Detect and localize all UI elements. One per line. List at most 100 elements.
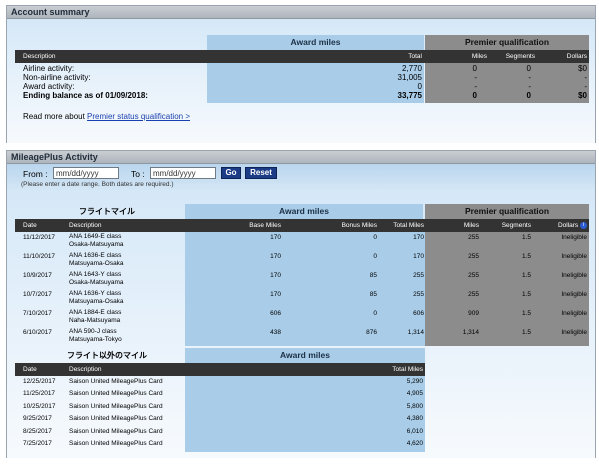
summary-row-segments: 0 xyxy=(526,64,531,73)
col-segments: Segments xyxy=(495,53,535,60)
flight-segments: 1.5 xyxy=(521,253,531,260)
flight-col-dollars-label: Dollars xyxy=(557,222,579,229)
flight-base-miles: 606 xyxy=(270,310,281,317)
flight-base-miles: 170 xyxy=(270,234,281,241)
date-range-hint: (Please enter a date range. Both dates a… xyxy=(21,181,174,188)
non-flight-col-total-miles: Total Miles xyxy=(375,366,423,373)
flight-date: 10/9/2017 xyxy=(23,272,52,279)
flight-segments: 1.5 xyxy=(521,329,531,336)
summary-row-label: Non-airline activity: xyxy=(23,73,91,82)
flight-bonus-miles: 0 xyxy=(373,310,377,317)
non-flight-date: 11/25/2017 xyxy=(23,390,56,397)
flight-total-miles: 606 xyxy=(413,310,424,317)
flight-desc-line1: ANA 590-J class xyxy=(69,328,117,335)
flight-base-miles: 438 xyxy=(270,329,281,336)
flight-date: 7/10/2017 xyxy=(23,310,52,317)
flight-award-miles-header: Award miles xyxy=(185,204,423,219)
go-button[interactable]: Go xyxy=(221,167,241,179)
non-flight-date: 12/25/2017 xyxy=(23,378,56,385)
col-total: Total xyxy=(402,53,422,60)
summary-row-dollars: $0 xyxy=(578,64,587,73)
ending-balance-miles: 0 xyxy=(472,91,477,100)
flight-desc-line1: ANA 1643-Y class xyxy=(69,271,122,278)
read-more-prefix: Read more about xyxy=(23,112,88,121)
flight-total-miles: 1,314 xyxy=(407,329,424,336)
non-flight-total-miles: 5,290 xyxy=(406,378,423,385)
flight-dollars: Ineligible xyxy=(561,291,587,298)
flight-dollars: Ineligible xyxy=(561,310,587,317)
from-date-input[interactable]: mm/dd/yyyy xyxy=(53,167,119,179)
read-more-text: Read more about Premier status qualifica… xyxy=(23,112,190,121)
flight-premier-miles: 1,314 xyxy=(462,329,479,336)
flight-col-description: Description xyxy=(69,222,102,229)
flight-premier-miles: 255 xyxy=(468,234,479,241)
summary-row-total: 0 xyxy=(417,82,422,91)
summary-row-miles: 0 xyxy=(472,64,477,73)
non-flight-total-miles: 6,010 xyxy=(406,428,423,435)
non-flight-description: Saison United MileagePlus Card xyxy=(69,428,163,435)
non-flight-description: Saison United MileagePlus Card xyxy=(69,390,163,397)
flight-desc-line2: Matsuyama-Osaka xyxy=(69,260,124,267)
summary-row-segments: - xyxy=(528,73,531,82)
col-dollars: Dollars xyxy=(547,53,587,60)
to-label: To : xyxy=(131,169,145,179)
flight-premier-miles: 255 xyxy=(468,272,479,279)
award-miles-header: Award miles xyxy=(207,35,424,50)
flight-segments: 1.5 xyxy=(521,234,531,241)
flight-desc-line2: Naha-Matsuyama xyxy=(69,317,121,324)
account-summary-panel: Account summary Award miles Premier qual… xyxy=(6,5,596,143)
summary-row-dollars: - xyxy=(584,82,587,91)
flight-col-segments: Segments xyxy=(489,222,531,229)
flight-segments: 1.5 xyxy=(521,291,531,298)
flight-premier-header: Premier qualification xyxy=(425,204,589,219)
non-flight-total-miles: 4,905 xyxy=(406,390,423,397)
flight-col-miles: Miles xyxy=(437,222,479,229)
premier-status-link[interactable]: Premier status qualification > xyxy=(87,112,190,121)
flight-desc-line2: Matsuyama-Tokyo xyxy=(69,336,122,343)
flight-col-dollars: Dollars i xyxy=(545,222,587,229)
non-flight-total-miles: 4,380 xyxy=(406,415,423,422)
info-icon[interactable]: i xyxy=(580,222,587,229)
flight-base-miles: 170 xyxy=(270,253,281,260)
flight-desc-line1: ANA 1884-E class xyxy=(69,309,122,316)
flight-date: 11/12/2017 xyxy=(23,234,56,241)
flight-desc-line1: ANA 1649-E class xyxy=(69,233,122,240)
flight-bonus-miles: 85 xyxy=(369,291,377,298)
flight-desc-line1: ANA 1636-E class xyxy=(69,252,122,259)
non-flight-date: 9/25/2017 xyxy=(23,415,52,422)
flight-col-total-miles: Total Miles xyxy=(377,222,424,229)
ending-balance-segments: 0 xyxy=(526,91,531,100)
non-flight-total-miles: 4,620 xyxy=(406,440,423,447)
to-date-input[interactable]: mm/dd/yyyy xyxy=(150,167,216,179)
flight-total-miles: 255 xyxy=(413,291,424,298)
ending-balance-total: 33,775 xyxy=(397,91,422,100)
non-flight-description: Saison United MileagePlus Card xyxy=(69,415,163,422)
flight-premier-miles: 255 xyxy=(468,291,479,298)
flight-premier-miles: 909 xyxy=(468,310,479,317)
flight-dollars: Ineligible xyxy=(561,253,587,260)
col-miles: Miles xyxy=(447,53,487,60)
premier-qualification-header: Premier qualification xyxy=(425,35,589,50)
flight-bonus-miles: 876 xyxy=(366,329,377,336)
account-summary-title: Account summary xyxy=(7,6,595,19)
flight-date: 10/7/2017 xyxy=(23,291,52,298)
flight-premier-miles: 255 xyxy=(468,253,479,260)
summary-row-label: Award activity: xyxy=(23,82,75,91)
non-flight-section-label: フライト以外のマイル xyxy=(67,351,147,360)
activity-title: MileagePlus Activity xyxy=(7,151,595,164)
flight-date: 11/10/2017 xyxy=(23,253,56,260)
flight-desc-line2: Osaka-Matsuyama xyxy=(69,279,124,286)
col-description: Description xyxy=(23,53,56,60)
summary-row-segments: - xyxy=(528,82,531,91)
flight-dollars: Ineligible xyxy=(561,234,587,241)
flight-segments: 1.5 xyxy=(521,272,531,279)
non-flight-award-header: Award miles xyxy=(185,348,425,363)
non-flight-description: Saison United MileagePlus Card xyxy=(69,378,163,385)
flight-desc-line2: Matsuyama-Osaka xyxy=(69,298,124,305)
flight-col-base-miles: Base Miles xyxy=(237,222,281,229)
summary-row-miles: - xyxy=(474,73,477,82)
non-flight-date: 10/25/2017 xyxy=(23,403,56,410)
flight-desc-line1: ANA 1636-Y class xyxy=(69,290,122,297)
summary-row-total: 31,005 xyxy=(397,73,422,82)
reset-button[interactable]: Reset xyxy=(245,167,277,179)
